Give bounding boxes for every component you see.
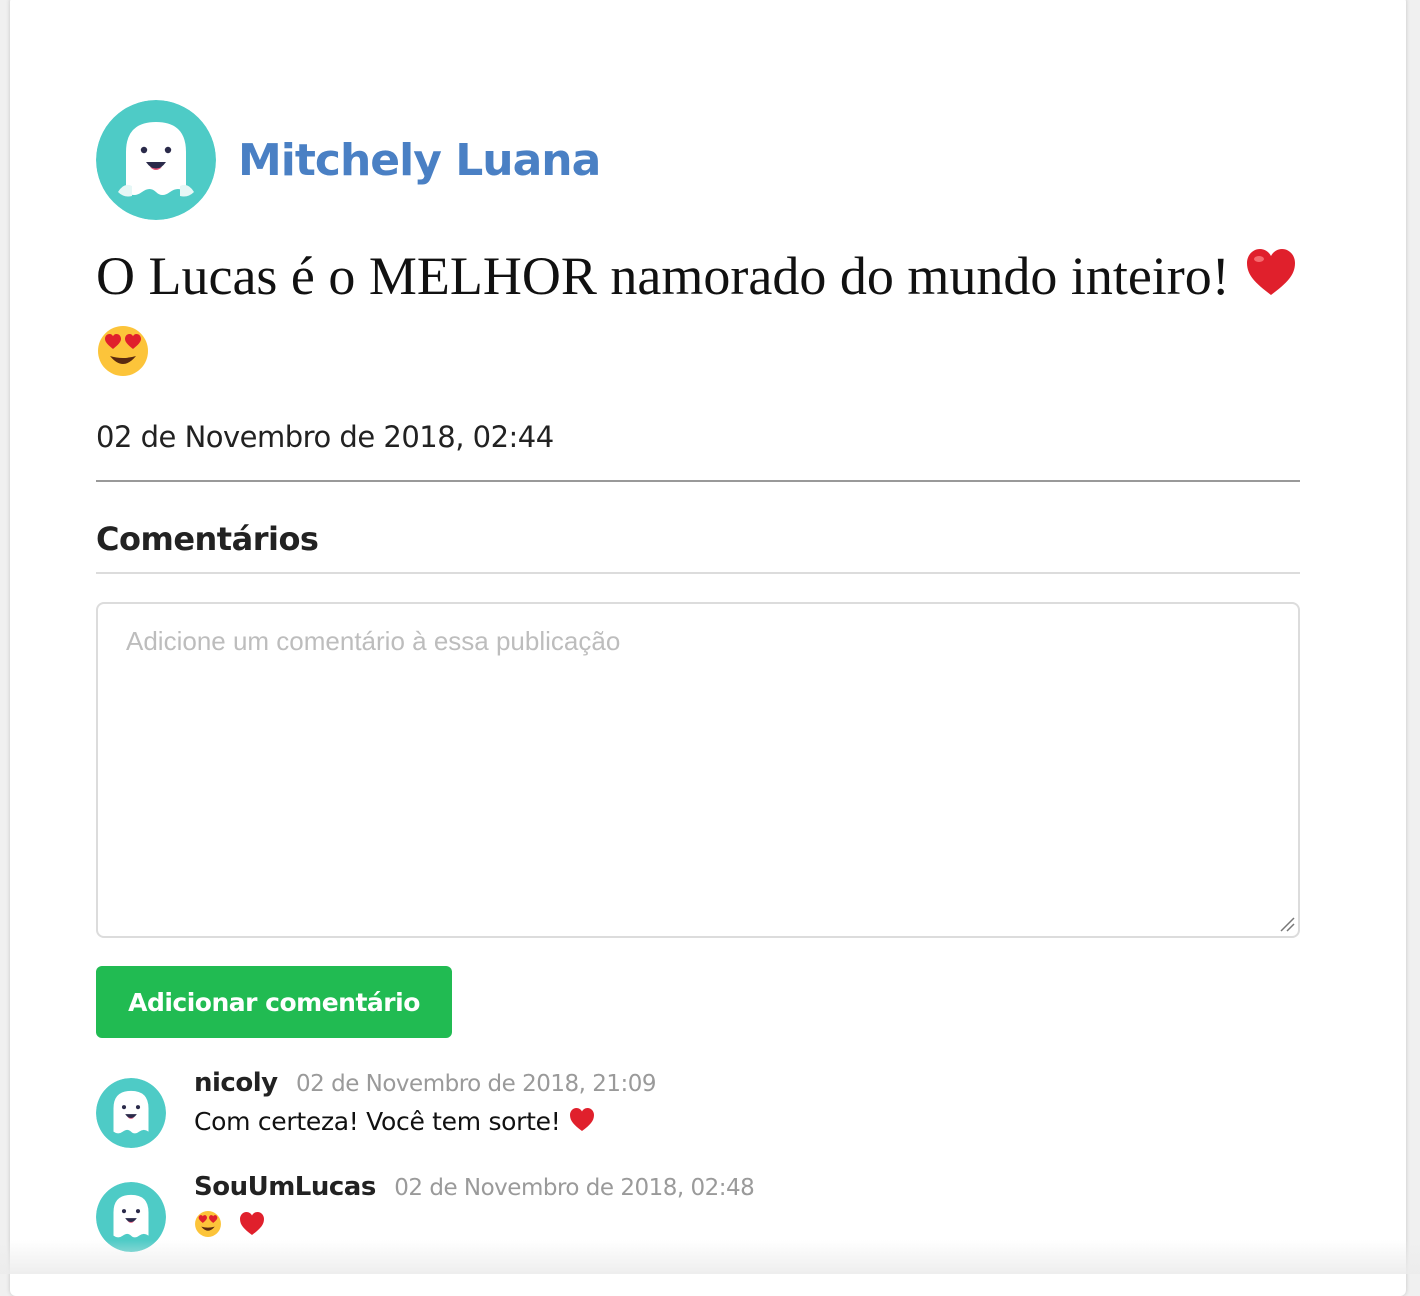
ghost-avatar-icon[interactable] <box>96 1078 166 1148</box>
post-author-name[interactable]: Mitchely Luana <box>238 135 601 186</box>
heart-eyes-emoji-icon <box>194 1210 222 1244</box>
comment-date: 02 de Novembro de 2018, 21:09 <box>296 1071 657 1097</box>
post-author-row: Mitchely Luana <box>96 100 601 220</box>
post-text-content: O Lucas é o MELHOR namorado do mundo int… <box>96 246 1230 306</box>
heart-emoji-icon <box>238 1210 266 1244</box>
comment-text: Com certeza! Você tem sorte! <box>194 1106 596 1140</box>
comment-username[interactable]: SouUmLucas <box>194 1172 376 1202</box>
ghost-avatar-icon[interactable] <box>96 100 216 220</box>
comment-input[interactable] <box>96 602 1300 938</box>
comments-divider <box>96 572 1300 574</box>
comment-item: nicoly 02 de Novembro de 2018, 21:09 Com… <box>96 1068 1300 1148</box>
comment-header: SouUmLucas 02 de Novembro de 2018, 02:48 <box>194 1172 755 1202</box>
comment-date: 02 de Novembro de 2018, 02:48 <box>394 1175 755 1201</box>
heart-eyes-emoji-icon <box>96 324 150 396</box>
heart-emoji-icon <box>1243 245 1299 319</box>
resize-handle-icon[interactable] <box>1279 916 1295 932</box>
page-bottom-fade <box>0 1240 1420 1274</box>
comments-section-title: Comentários <box>96 520 319 558</box>
post-divider <box>96 480 1300 482</box>
post-date: 02 de Novembro de 2018, 02:44 <box>96 420 554 454</box>
comment-text <box>194 1210 266 1244</box>
add-comment-button[interactable]: Adicionar comentário <box>96 966 452 1038</box>
comment-header: nicoly 02 de Novembro de 2018, 21:09 <box>194 1068 657 1098</box>
post-text: O Lucas é o MELHOR namorado do mundo int… <box>96 240 1306 396</box>
comment-username[interactable]: nicoly <box>194 1068 278 1098</box>
comment-text-content: Com certeza! Você tem sorte! <box>194 1107 561 1136</box>
heart-emoji-icon <box>568 1106 596 1140</box>
